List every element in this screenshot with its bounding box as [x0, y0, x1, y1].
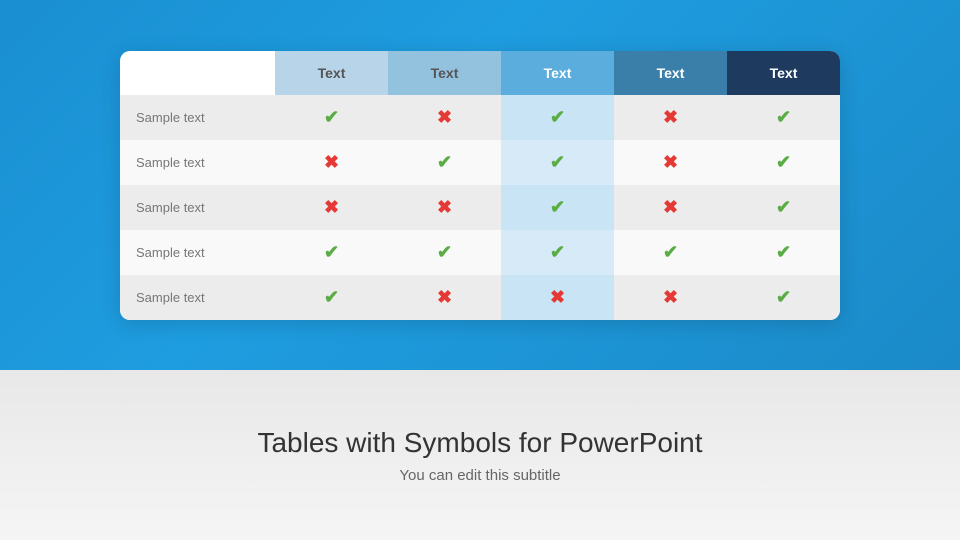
row-label: Sample text: [120, 185, 275, 230]
bottom-section: Tables with Symbols for PowerPoint You c…: [0, 370, 960, 540]
table-row: Sample text✖✖✔✖✔: [120, 185, 840, 230]
cell-row2-col1: ✖: [388, 185, 501, 230]
cell-row0-col0: ✔: [275, 95, 388, 140]
cell-row1-col2: ✔: [501, 140, 614, 185]
row-label: Sample text: [120, 230, 275, 275]
cell-row4-col2: ✖: [501, 275, 614, 320]
header-col-2: Text: [388, 51, 501, 95]
comparison-table: Text Text Text Text Text Sample text✔✖✔✖…: [120, 51, 840, 320]
cell-row3-col4: ✔: [727, 230, 840, 275]
subtitle: You can edit this subtitle: [399, 467, 560, 484]
table-row: Sample text✔✖✔✖✔: [120, 95, 840, 140]
main-title: Tables with Symbols for PowerPoint: [257, 427, 702, 459]
cell-row2-col2: ✔: [501, 185, 614, 230]
table-row: Sample text✔✔✔✔✔: [120, 230, 840, 275]
cell-row3-col0: ✔: [275, 230, 388, 275]
cell-row0-col3: ✖: [614, 95, 727, 140]
table-row: Sample text✖✔✔✖✔: [120, 140, 840, 185]
row-label: Sample text: [120, 140, 275, 185]
header-col-5: Text: [727, 51, 840, 95]
cell-row0-col4: ✔: [727, 95, 840, 140]
row-label: Sample text: [120, 275, 275, 320]
cell-row2-col3: ✖: [614, 185, 727, 230]
table-row: Sample text✔✖✖✖✔: [120, 275, 840, 320]
header-label-col: [120, 51, 275, 95]
cell-row0-col1: ✖: [388, 95, 501, 140]
cell-row4-col1: ✖: [388, 275, 501, 320]
cell-row4-col4: ✔: [727, 275, 840, 320]
cell-row0-col2: ✔: [501, 95, 614, 140]
cell-row3-col2: ✔: [501, 230, 614, 275]
cell-row4-col0: ✔: [275, 275, 388, 320]
top-section: Text Text Text Text Text Sample text✔✖✔✖…: [0, 0, 960, 370]
cell-row2-col0: ✖: [275, 185, 388, 230]
cell-row1-col4: ✔: [727, 140, 840, 185]
row-label: Sample text: [120, 95, 275, 140]
cell-row1-col0: ✖: [275, 140, 388, 185]
header-col-1: Text: [275, 51, 388, 95]
cell-row2-col4: ✔: [727, 185, 840, 230]
cell-row4-col3: ✖: [614, 275, 727, 320]
cell-row1-col3: ✖: [614, 140, 727, 185]
cell-row3-col3: ✔: [614, 230, 727, 275]
table-card: Text Text Text Text Text Sample text✔✖✔✖…: [120, 51, 840, 320]
cell-row3-col1: ✔: [388, 230, 501, 275]
header-col-3: Text: [501, 51, 614, 95]
cell-row1-col1: ✔: [388, 140, 501, 185]
header-col-4: Text: [614, 51, 727, 95]
